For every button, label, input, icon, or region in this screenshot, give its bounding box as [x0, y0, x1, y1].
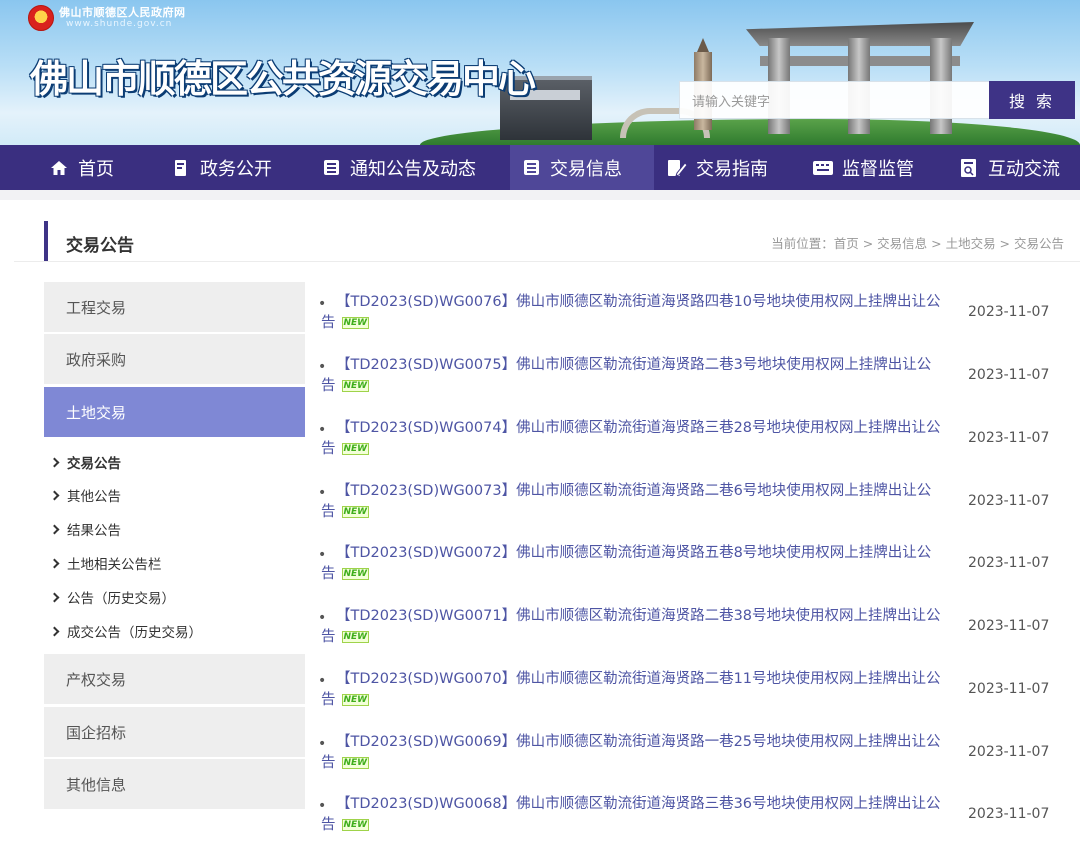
nav-label: 通知公告及动态 — [350, 158, 476, 180]
main-nav: 首页 政务公开 通知公告及动态 交易信息 交易指南 监督监管 互动交流 — [0, 145, 1080, 190]
sidebar-item-property[interactable]: 产权交易 — [44, 654, 305, 704]
sidebar-sub-label: 结果公告 — [67, 523, 121, 539]
sidebar-item-engineering[interactable]: 工程交易 — [44, 282, 305, 332]
sidebar-sub-history-notice[interactable]: 公告（历史交易） — [49, 587, 175, 607]
sidebar-sub-label: 其他公告 — [67, 489, 121, 505]
announcement-date: 2023-11-07 — [968, 304, 1050, 320]
announcement-link[interactable]: 【TD2023(SD)WG0072】佛山市顺德区勒流街道海贤路五巷8号地块使用权… — [321, 543, 951, 585]
new-badge: NEW — [341, 631, 370, 643]
header-banner: 佛山市顺德区人民政府网 www.shunde.gov.cn 佛山市顺德区公共资源… — [0, 0, 1080, 145]
sidebar-sub-label: 交易公告 — [67, 456, 121, 472]
gov-site-name[interactable]: 佛山市顺德区人民政府网 — [59, 4, 186, 20]
announcement-date: 2023-11-07 — [968, 430, 1050, 446]
keyboard-icon — [812, 157, 834, 179]
sidebar-item-procurement[interactable]: 政府采购 — [44, 334, 305, 384]
divider — [14, 261, 1080, 262]
announcement-link[interactable]: 【TD2023(SD)WG0073】佛山市顺德区勒流街道海贤路二巷6号地块使用权… — [321, 481, 951, 523]
nav-item-home[interactable]: 首页 — [48, 145, 114, 190]
announcement-date: 2023-11-07 — [968, 367, 1050, 383]
list-icon — [320, 157, 342, 179]
announcement-date: 2023-11-07 — [968, 555, 1050, 571]
page-title: 交易公告 — [66, 236, 134, 256]
announcement-date: 2023-11-07 — [968, 744, 1050, 760]
list-item: • 【TD2023(SD)WG0068】佛山市顺德区勒流街道海贤路三巷36号地块… — [318, 794, 1080, 854]
new-badge: NEW — [341, 506, 370, 518]
announcement-date: 2023-11-07 — [968, 806, 1050, 822]
nav-label: 首页 — [78, 158, 114, 180]
list-item: • 【TD2023(SD)WG0071】佛山市顺德区勒流街道海贤路二巷38号地块… — [318, 606, 1080, 666]
search-placeholder: 请输入关键字 — [692, 94, 771, 110]
breadcrumb[interactable]: 当前位置：首页 > 交易信息 > 土地交易 > 交易公告 — [771, 233, 1064, 252]
new-badge: NEW — [341, 568, 370, 580]
list-item: • 【TD2023(SD)WG0070】佛山市顺德区勒流街道海贤路二巷11号地块… — [318, 669, 1080, 729]
chevron-right-icon — [49, 626, 60, 636]
nav-label: 交易信息 — [550, 158, 622, 180]
search-button[interactable]: 搜 索 — [989, 81, 1075, 119]
nav-label: 交易指南 — [696, 158, 768, 180]
list-icon — [520, 157, 542, 179]
list-item: • 【TD2023(SD)WG0073】佛山市顺德区勒流街道海贤路二巷6号地块使… — [318, 481, 1080, 541]
announcement-link[interactable]: 【TD2023(SD)WG0070】佛山市顺德区勒流街道海贤路二巷11号地块使用… — [321, 669, 951, 711]
list-item: • 【TD2023(SD)WG0069】佛山市顺德区勒流街道海贤路一巷25号地块… — [318, 732, 1080, 792]
nav-label: 监督监管 — [842, 158, 914, 180]
sidebar-sub-trade-notice[interactable]: 交易公告 — [49, 452, 121, 472]
sidebar-sub-label: 土地相关公告栏 — [67, 557, 162, 573]
nav-item-notices[interactable]: 通知公告及动态 — [320, 145, 476, 190]
new-badge: NEW — [341, 819, 370, 831]
nav-label: 政务公开 — [200, 158, 272, 180]
announcement-link[interactable]: 【TD2023(SD)WG0076】佛山市顺德区勒流街道海贤路四巷10号地块使用… — [321, 292, 951, 334]
sidebar-item-land[interactable]: 土地交易 — [44, 387, 305, 437]
list-item: • 【TD2023(SD)WG0076】佛山市顺德区勒流街道海贤路四巷10号地块… — [318, 292, 1080, 352]
nav-item-interaction[interactable]: 互动交流 — [958, 145, 1060, 190]
announcement-date: 2023-11-07 — [968, 681, 1050, 697]
chevron-right-icon — [49, 457, 60, 467]
chevron-right-icon — [49, 592, 60, 602]
new-badge: NEW — [341, 380, 370, 392]
nav-item-trade-info[interactable]: 交易信息 — [510, 145, 654, 190]
chevron-right-icon — [49, 524, 60, 534]
announcement-link[interactable]: 【TD2023(SD)WG0069】佛山市顺德区勒流街道海贤路一巷25号地块使用… — [321, 732, 951, 774]
nav-item-supervision[interactable]: 监督监管 — [812, 145, 914, 190]
list-item: • 【TD2023(SD)WG0074】佛山市顺德区勒流街道海贤路三巷28号地块… — [318, 418, 1080, 478]
list-item: • 【TD2023(SD)WG0072】佛山市顺德区勒流街道海贤路五巷8号地块使… — [318, 543, 1080, 603]
nav-label: 互动交流 — [988, 158, 1060, 180]
new-badge: NEW — [341, 757, 370, 769]
national-emblem-icon[interactable] — [28, 5, 54, 31]
chevron-right-icon — [49, 490, 60, 500]
section-accent-bar — [44, 221, 48, 261]
new-badge: NEW — [341, 694, 370, 706]
announcement-date: 2023-11-07 — [968, 493, 1050, 509]
content-top-band — [0, 190, 1080, 200]
nav-item-trade-guide[interactable]: 交易指南 — [666, 145, 768, 190]
home-icon — [48, 157, 70, 179]
nav-item-public-affairs[interactable]: 政务公开 — [170, 145, 272, 190]
gov-site-url[interactable]: www.shunde.gov.cn — [66, 19, 172, 29]
sidebar-item-other-info[interactable]: 其他信息 — [44, 759, 305, 809]
sidebar-sub-land-board[interactable]: 土地相关公告栏 — [49, 553, 162, 573]
sidebar-sub-label: 公告（历史交易） — [67, 591, 175, 607]
chevron-right-icon — [49, 558, 60, 568]
sidebar-item-soe-tender[interactable]: 国企招标 — [44, 707, 305, 757]
sidebar-sub-history-deal[interactable]: 成交公告（历史交易） — [49, 621, 202, 641]
book-icon — [170, 157, 192, 179]
sidebar-sub-other-notice[interactable]: 其他公告 — [49, 485, 121, 505]
list-item: • 【TD2023(SD)WG0075】佛山市顺德区勒流街道海贤路二巷3号地块使… — [318, 355, 1080, 415]
search-doc-icon — [958, 157, 980, 179]
announcement-date: 2023-11-07 — [968, 618, 1050, 634]
announcement-link[interactable]: 【TD2023(SD)WG0068】佛山市顺德区勒流街道海贤路三巷36号地块使用… — [321, 794, 951, 836]
pen-icon — [666, 157, 688, 179]
new-badge: NEW — [341, 443, 370, 455]
sidebar-sub-result-notice[interactable]: 结果公告 — [49, 519, 121, 539]
sidebar-sub-label: 成交公告（历史交易） — [67, 625, 202, 641]
announcement-link[interactable]: 【TD2023(SD)WG0074】佛山市顺德区勒流街道海贤路三巷28号地块使用… — [321, 418, 951, 460]
announcement-link[interactable]: 【TD2023(SD)WG0075】佛山市顺德区勒流街道海贤路二巷3号地块使用权… — [321, 355, 951, 397]
search-input[interactable]: 请输入关键字 — [679, 81, 989, 119]
new-badge: NEW — [341, 317, 370, 329]
site-title: 佛山市顺德区公共资源交易中心 — [30, 57, 536, 101]
announcement-link[interactable]: 【TD2023(SD)WG0071】佛山市顺德区勒流街道海贤路二巷38号地块使用… — [321, 606, 951, 648]
